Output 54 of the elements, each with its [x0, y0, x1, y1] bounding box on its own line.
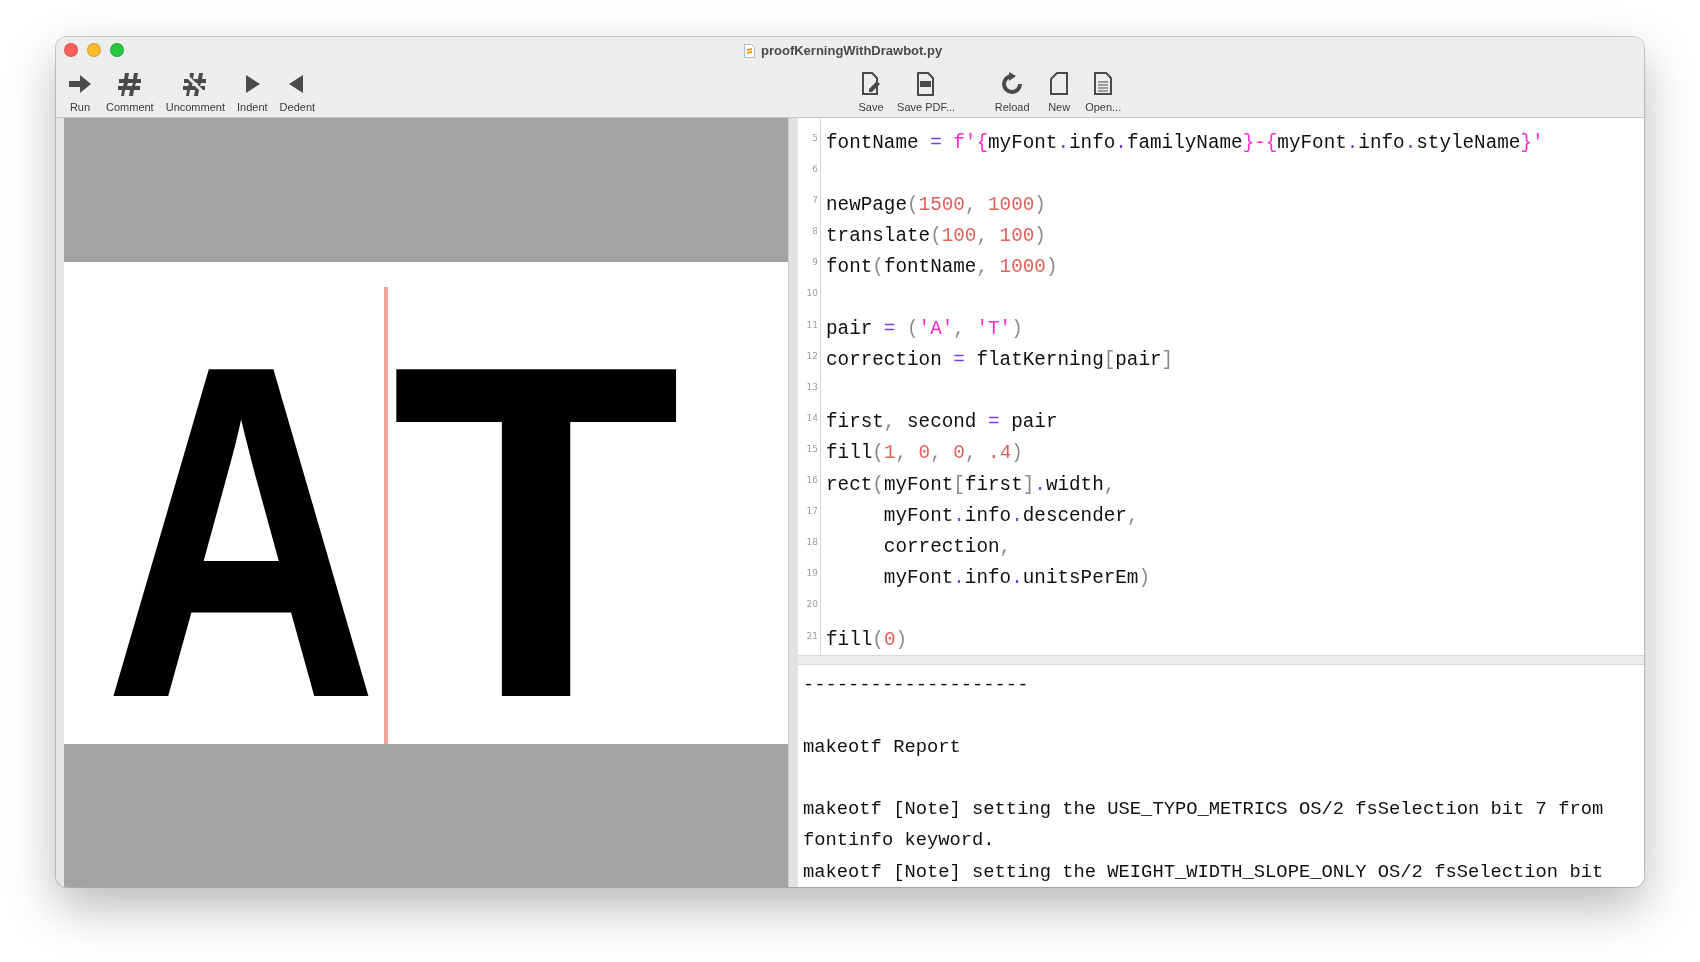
code-line: first, second = pair [826, 411, 1058, 434]
zoom-button[interactable] [110, 42, 124, 57]
toolbar-button[interactable]: Indent [231, 62, 274, 113]
line-number: 16 [805, 474, 818, 486]
code-line: pair = ('A', 'T') [826, 318, 1023, 341]
code-line: fill(0) [826, 629, 908, 652]
output-line: -------------------- [803, 673, 1030, 698]
code-line: rect(myFont[first].width, [826, 473, 1116, 496]
toolbar-button[interactable]: Save PDF... [891, 62, 962, 113]
line-number: 10 [805, 287, 818, 299]
line-number: 18 [805, 536, 818, 548]
toolbar-button[interactable]: Comment [100, 62, 160, 113]
line-number: 5 [811, 132, 818, 143]
code-line: correction = flatKerning[pair] [826, 349, 1174, 372]
output-line: makeotf Report [803, 735, 962, 761]
code-line: translate(100, 100) [826, 224, 1046, 247]
code-line: newPage(1500, 1000) [826, 193, 1046, 216]
hash-icon [116, 70, 143, 97]
preview-glyph: T [391, 331, 682, 732]
toolbar-button[interactable]: Uncomment [159, 62, 231, 113]
toolbar-button[interactable]: Open... [1079, 62, 1128, 113]
toolbar-button[interactable]: New [1039, 62, 1080, 113]
code-line: font(fontName, 1000) [826, 255, 1058, 278]
output-line: fontinfo keyword. [803, 828, 996, 854]
line-number: 17 [805, 505, 818, 517]
line-number: 20 [805, 598, 818, 610]
close-button[interactable] [64, 42, 78, 57]
minimize-button[interactable] [87, 42, 101, 57]
line-number: 15 [805, 442, 818, 454]
output-line: makeotf [Note] setting the USE_TYPO_METRICS OS/2 fsSelection bit 7 from [803, 797, 1605, 823]
toolbar-button[interactable]: Save [851, 62, 892, 113]
line-number: 21 [805, 629, 818, 641]
line-number: 7 [811, 194, 818, 206]
line-number: 11 [805, 318, 818, 330]
line-number: 8 [811, 225, 818, 237]
code-line: fontName = f'{myFont.info.familyName}-{myFont.info.styleName}' [826, 131, 1544, 154]
hash-slash-icon [182, 70, 209, 97]
toolbar-button[interactable]: Run [60, 62, 100, 113]
line-number: 9 [811, 256, 818, 268]
code-line: correction, [882, 535, 1012, 558]
line-number: 6 [811, 163, 818, 175]
toolbar-button[interactable]: Dedent [273, 62, 322, 113]
code-line: myFont.info.descender, [882, 504, 1139, 527]
toolbar-button[interactable]: Reload [985, 62, 1040, 113]
code-line: myFont.info.unitsPerEm) [882, 566, 1151, 589]
output-line: makeotf [Note] setting the WEIGHT_WIDTH_SLOPE_ONLY OS/2 fsSelection bit [803, 859, 1605, 885]
line-number: 12 [805, 349, 818, 361]
python-file-icon [744, 43, 755, 58]
line-number: 13 [805, 380, 818, 392]
code-line: fill(1, 0, 0, .4) [826, 442, 1023, 465]
window-title: proofKerningWithDrawbot.py [761, 43, 943, 58]
line-number: 19 [805, 567, 818, 579]
line-number: 14 [805, 411, 818, 423]
preview-glyph: A [104, 331, 379, 732]
